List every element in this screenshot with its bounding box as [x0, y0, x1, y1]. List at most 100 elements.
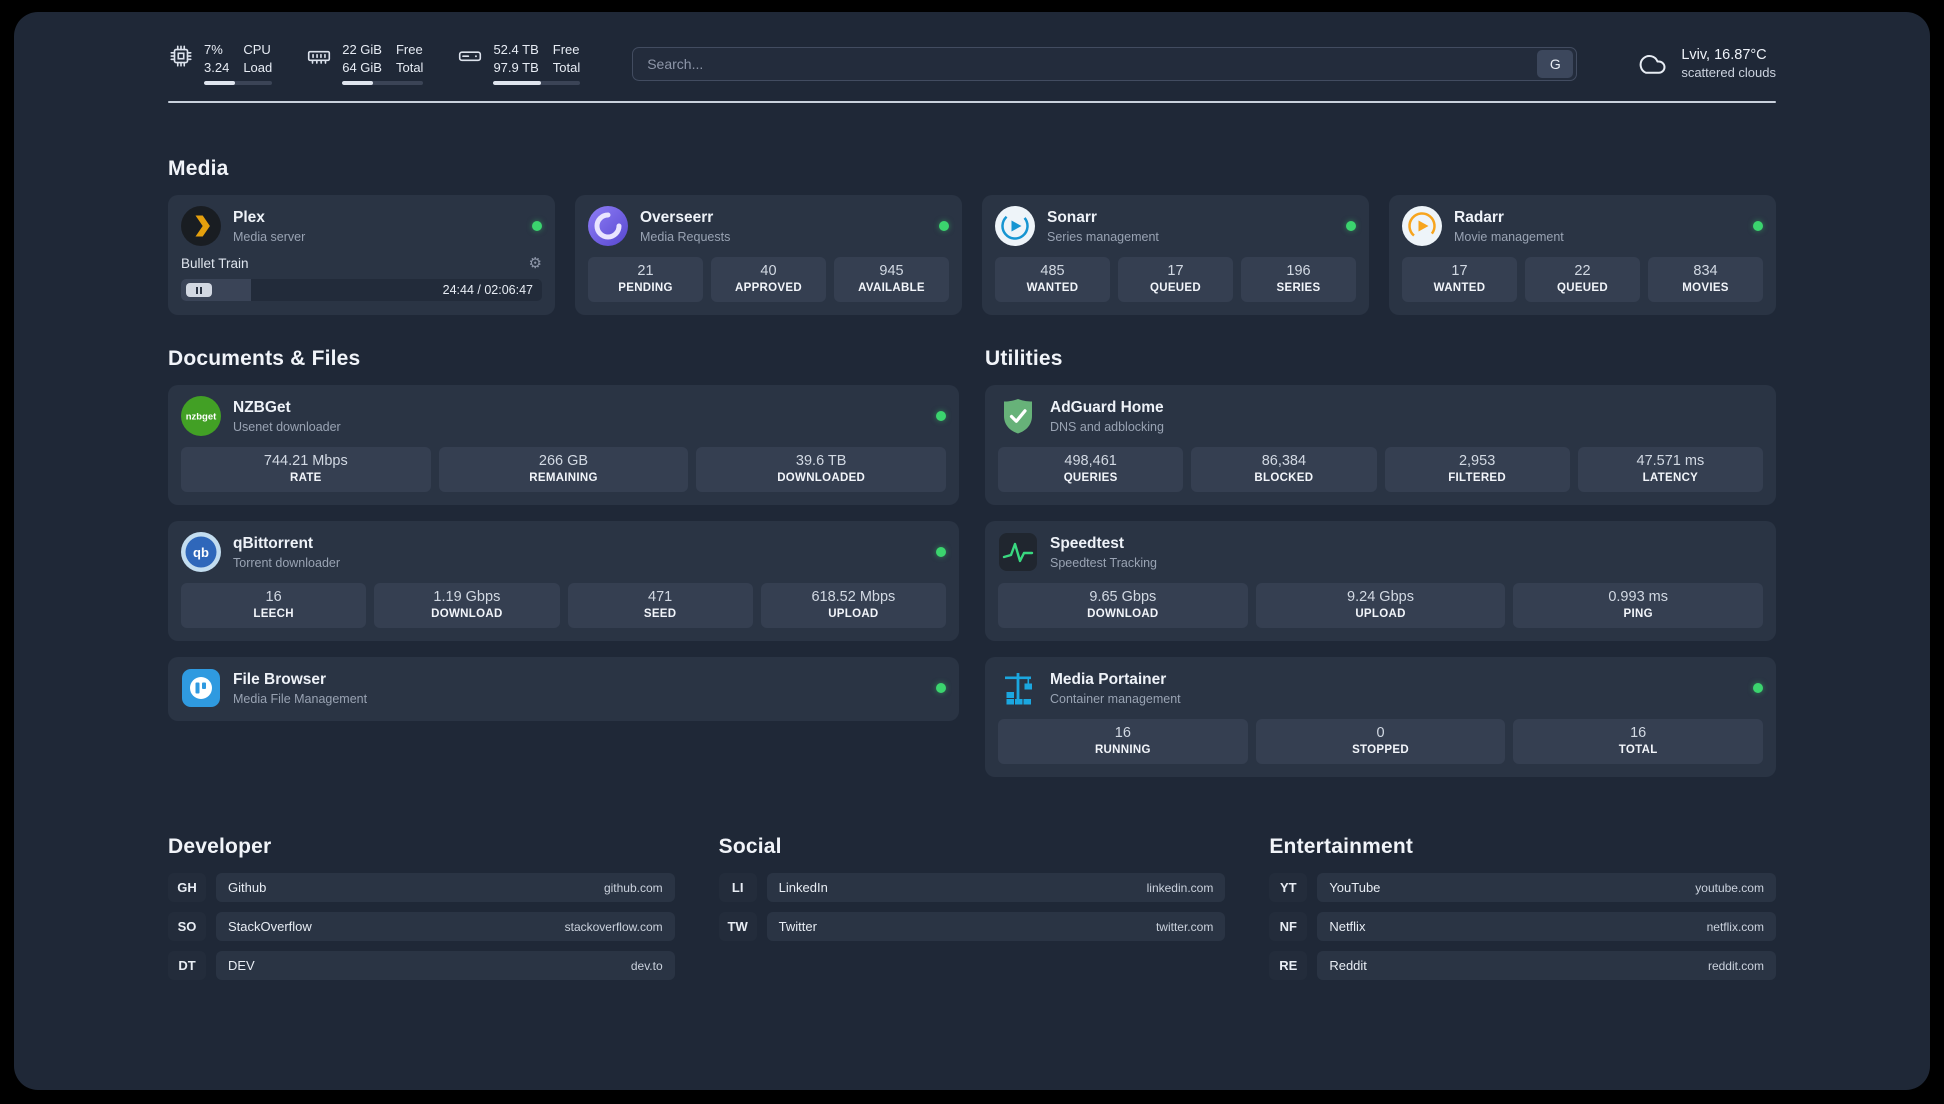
service-name: Media Portainer — [1050, 670, 1167, 688]
ram-free-label: Free — [395, 42, 423, 57]
stat-tile: 22 QUEUED — [1525, 257, 1640, 302]
service-name: Speedtest — [1050, 534, 1125, 552]
bookmark-netflix[interactable]: NF Netflix netflix.com — [1269, 912, 1776, 941]
section-media: Media Plex Media server Bullet Train ⚙ 2… — [168, 157, 1776, 315]
bookmark-reddit[interactable]: RE Reddit reddit.com — [1269, 951, 1776, 980]
service-card-speedtest[interactable]: Speedtest Speedtest Tracking 9.65 Gbps DO… — [985, 521, 1776, 641]
bookmark-abbr: YT — [1269, 873, 1308, 902]
service-card-filebrowser[interactable]: File Browser Media File Management — [168, 657, 959, 721]
section-documents: Documents & Files nzbget NZBGet Usenet d… — [168, 347, 959, 721]
bookmark-github[interactable]: GH Github github.com — [168, 873, 675, 902]
speedtest-icon — [998, 532, 1038, 572]
stat-tile: 16 TOTAL — [1513, 719, 1764, 764]
nzbget-icon: nzbget — [181, 396, 221, 436]
now-playing-title: Bullet Train — [181, 256, 249, 271]
status-dot — [1753, 221, 1763, 231]
service-card-radarr[interactable]: Radarr Movie management 17 WANTED 22 QUEUE… — [1389, 195, 1776, 315]
stat-tile: 86,384 BLOCKED — [1191, 447, 1377, 492]
disk-total-label: Total — [552, 60, 581, 75]
playback-progress-bar[interactable]: 24:44 / 02:06:47 — [181, 279, 542, 301]
service-card-plex[interactable]: Plex Media server Bullet Train ⚙ 24:44 /… — [168, 195, 555, 315]
service-card-nzbget[interactable]: nzbget NZBGet Usenet downloader 744.21 M… — [168, 385, 959, 505]
section-entertainment: Entertainment YT YouTube youtube.com NF N… — [1269, 835, 1776, 980]
disk-free-value: 52.4 TB — [493, 42, 539, 57]
search-bar: G — [632, 46, 1578, 81]
stat-tile: 618.52 Mbps UPLOAD — [760, 583, 946, 628]
svg-text:nzbget: nzbget — [186, 412, 217, 423]
stat-tile: 0 STOPPED — [1255, 719, 1506, 764]
service-card-sonarr[interactable]: Sonarr Series management 485 WANTED 17 QUE… — [982, 195, 1369, 315]
service-name: qBittorrent — [233, 534, 314, 552]
disk-icon — [457, 43, 483, 69]
stat-tile: 47.571 ms LATENCY — [1577, 447, 1763, 492]
stat-tile: 16 LEECH — [181, 583, 367, 628]
bookmark-url: linkedin.com — [1146, 880, 1214, 895]
bookmark-url: reddit.com — [1707, 958, 1764, 973]
sonarr-icon — [995, 206, 1035, 246]
stat-tile: 17 QUEUED — [1118, 257, 1233, 302]
status-dot — [939, 221, 949, 231]
top-bar: 7% 3.24 CPU Load 22 GiB 64 GiB Free Tota… — [168, 42, 1776, 85]
bookmark-name: StackOverflow — [228, 919, 312, 934]
disk-free-label: Free — [552, 42, 580, 57]
overseerr-icon — [588, 206, 628, 246]
service-card-portainer[interactable]: Media Portainer Container management 16 R… — [985, 657, 1776, 777]
status-dot — [936, 683, 946, 693]
stat-tile: 498,461 QUERIES — [998, 447, 1184, 492]
search-input[interactable] — [633, 55, 1538, 72]
stat-tile: 744.21 Mbps RATE — [181, 447, 431, 492]
bookmark-twitter[interactable]: TW Twitter twitter.com — [718, 912, 1226, 941]
section-utilities: Utilities AdGuard Home DNS and adblockin… — [985, 347, 1776, 777]
gear-icon[interactable]: ⚙ — [529, 256, 542, 271]
dashboard-panel: 7% 3.24 CPU Load 22 GiB 64 GiB Free Tota… — [14, 12, 1930, 1090]
weather-location: Lviv, 16.87°C — [1681, 47, 1767, 63]
stat-tile: 21 PENDING — [588, 257, 703, 302]
bookmark-url: stackoverflow.com — [564, 919, 663, 934]
stat-tile: 0.993 ms PING — [1513, 583, 1764, 628]
stat-tile: 196 SERIES — [1241, 257, 1356, 302]
disk-total-value: 97.9 TB — [493, 60, 539, 75]
service-name: AdGuard Home — [1050, 398, 1164, 416]
status-dot — [936, 547, 946, 557]
qbittorrent-icon: qb — [181, 532, 221, 572]
section-title-developer: Developer — [168, 835, 272, 858]
service-subtitle: Torrent downloader — [233, 555, 341, 570]
stat-tile: 9.24 Gbps UPLOAD — [1255, 583, 1506, 628]
bookmark-name: LinkedIn — [778, 880, 828, 895]
stat-tile: 485 WANTED — [995, 257, 1110, 302]
service-subtitle: Usenet downloader — [233, 419, 341, 434]
topbar-divider — [168, 101, 1776, 103]
ram-free-value: 22 GiB — [342, 42, 382, 57]
bookmark-name: DEV — [228, 958, 255, 973]
bookmark-url: twitter.com — [1155, 919, 1214, 934]
service-name: NZBGet — [233, 398, 291, 416]
service-name: Plex — [233, 208, 265, 226]
memory-stat: 22 GiB 64 GiB Free Total — [306, 42, 424, 85]
playback-time: 24:44 / 02:06:47 — [442, 283, 533, 297]
bookmark-youtube[interactable]: YT YouTube youtube.com — [1269, 873, 1776, 902]
bookmark-name: YouTube — [1329, 880, 1381, 895]
bookmark-dev[interactable]: DT DEV dev.to — [168, 951, 675, 980]
section-title-utilities: Utilities — [985, 347, 1063, 370]
status-dot — [936, 411, 946, 421]
service-subtitle: Movie management — [1454, 229, 1564, 244]
service-card-overseerr[interactable]: Overseerr Media Requests 21 PENDING 40 APP… — [575, 195, 962, 315]
cpu-stat: 7% 3.24 CPU Load — [168, 42, 273, 85]
bookmark-url: netflix.com — [1706, 919, 1764, 934]
service-card-adguard[interactable]: AdGuard Home DNS and adblocking 498,461 Q… — [985, 385, 1776, 505]
bookmark-stackoverflow[interactable]: SO StackOverflow stackoverflow.com — [168, 912, 675, 941]
bookmark-abbr: NF — [1269, 912, 1308, 941]
status-dot — [1346, 221, 1356, 231]
filebrowser-icon — [181, 668, 221, 708]
search-engine-button[interactable]: G — [1537, 49, 1574, 78]
bookmark-linkedin[interactable]: LI LinkedIn linkedin.com — [718, 873, 1226, 902]
stat-tile: 834 MOVIES — [1648, 257, 1763, 302]
service-card-qbittorrent[interactable]: qb qBittorrent Torrent downloader 16 LEEC… — [168, 521, 959, 641]
weather-condition: scattered clouds — [1681, 65, 1776, 80]
disk-stat: 52.4 TB 97.9 TB Free Total — [457, 42, 581, 85]
cpu-percent: 7% — [204, 42, 223, 57]
plex-icon — [181, 206, 221, 246]
pause-button[interactable] — [186, 283, 212, 297]
stat-tile: 40 APPROVED — [711, 257, 826, 302]
service-name: File Browser — [233, 670, 327, 688]
